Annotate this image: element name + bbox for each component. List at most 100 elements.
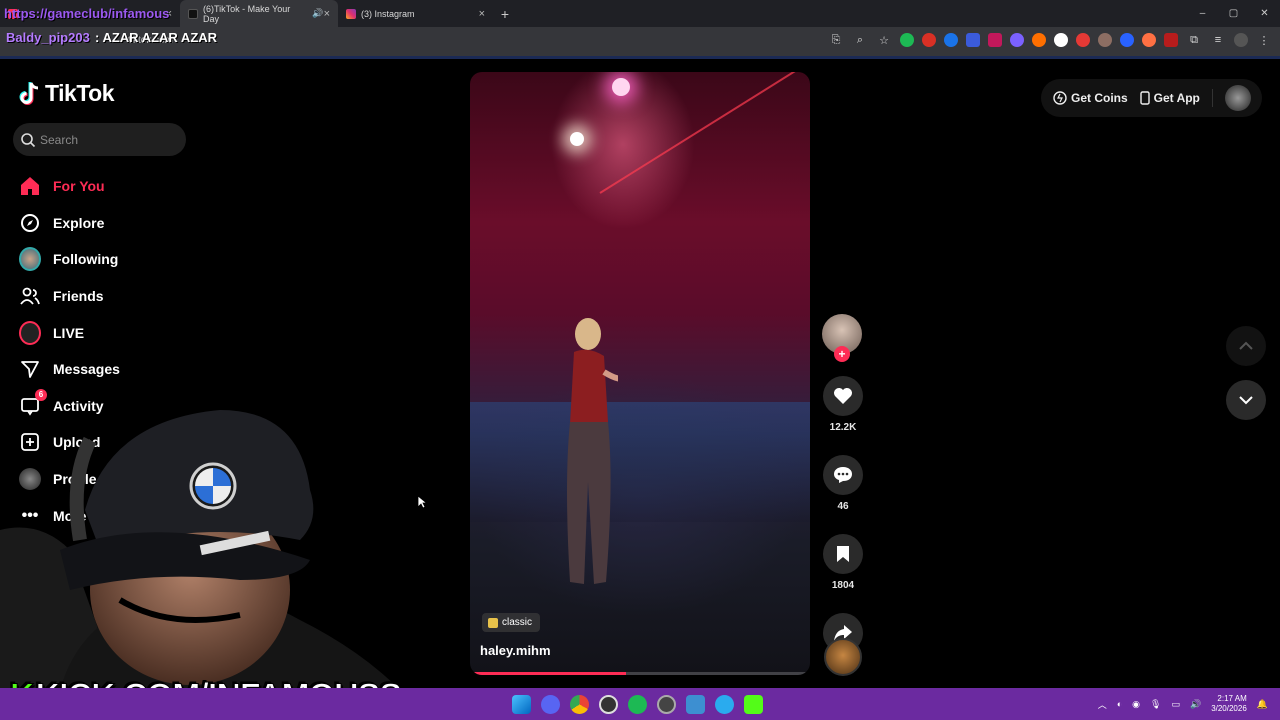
extension-icon[interactable] [1054,33,1068,47]
extensions-puzzle-icon[interactable]: ⧉ [1186,34,1202,47]
close-window-button[interactable]: ✕ [1249,0,1280,27]
video-light-beam [599,72,810,194]
like-button[interactable] [823,376,863,416]
discord-icon[interactable] [541,695,560,714]
chevron-up-icon [1239,341,1253,350]
sidebar-item-live[interactable]: LIVE [19,314,120,351]
close-icon[interactable]: × [324,8,330,20]
new-tab-button[interactable]: + [493,6,517,22]
clock-date: 3/20/2026 [1211,704,1247,713]
browser-tab-instagram[interactable]: (3) Instagram × [338,0,493,27]
get-app-button[interactable]: Get App [1139,91,1200,105]
extension-icon[interactable] [1120,33,1134,47]
chrome-icon[interactable] [570,695,589,714]
menu-icon[interactable]: ⋮ [1256,34,1272,47]
spotify-icon[interactable] [628,695,647,714]
sidebar-item-for-you[interactable]: For You [19,168,120,205]
kick-app-icon[interactable] [744,695,763,714]
tag-icon [488,617,498,628]
sidebar-item-explore[interactable]: Explore [19,205,120,242]
overlay-url-text: https://gameclub/infamous [4,6,170,21]
network-icon[interactable]: ▭ [1171,699,1180,710]
video-progress-fill [470,672,627,675]
logo-text: TikTok [45,80,115,106]
tiktok-note-icon [19,81,39,105]
webcam-overlay [0,410,400,690]
extension-icon[interactable] [922,33,936,47]
bookmark-button[interactable] [823,534,863,574]
user-profile-avatar[interactable] [1224,85,1251,111]
obs-icon[interactable] [599,695,618,714]
zoom-icon[interactable]: ⌕ [852,34,868,47]
extension-icon[interactable] [988,33,1002,47]
sidebar-item-messages[interactable]: Messages [19,351,120,388]
comment-icon [834,467,852,483]
search-bar[interactable] [13,123,186,156]
app-icon[interactable] [686,695,705,714]
profile-avatar-icon[interactable] [1234,33,1248,47]
extension-icon[interactable] [1032,33,1046,47]
microphone-icon[interactable]: 🎙 [1150,699,1161,710]
taskbar-apps [512,695,763,714]
chevron-up-icon[interactable]: ︿ [1098,698,1107,711]
save-action: 1804 [822,534,864,591]
extension-icon[interactable] [1164,33,1178,47]
extension-icon[interactable] [1010,33,1024,47]
video-action-column: + 12.2K 46 1804 2722 [822,314,864,670]
video-tag-label: classic [502,617,533,628]
coin-icon [1053,91,1067,105]
extension-icon[interactable] [900,33,914,47]
chat-message: : AZAR AZAR AZAR [95,30,218,45]
tab-title: (3) Instagram [361,8,415,19]
extension-icon[interactable] [1076,33,1090,47]
sidebar-item-label: Following [53,251,119,268]
next-video-button[interactable] [1226,380,1266,420]
sidebar-item-label: LIVE [53,324,85,341]
video-progress-bar[interactable] [470,672,810,675]
install-app-icon[interactable]: ⎘ [828,34,844,47]
sidebar-item-label: Explore [53,214,105,231]
windows-start-icon[interactable] [512,695,531,714]
sidebar-item-following[interactable]: Following [19,241,120,278]
live-icon [19,320,41,345]
video-username[interactable]: haley.mihm [480,643,551,658]
following-avatar-icon [19,247,41,272]
messages-icon [19,358,41,380]
taskbar-clock[interactable]: 2:17 AM 3/20/2026 [1211,694,1247,714]
minimize-button[interactable]: – [1187,0,1218,27]
video-player[interactable]: classic haley.mihm [470,72,810,675]
volume-icon[interactable]: 🔊 [1190,699,1201,710]
tray-app-icon[interactable]: ◐ [1117,699,1122,709]
reading-list-icon[interactable]: ≡ [1210,34,1226,46]
bookmark-star-icon[interactable]: ☆ [876,34,892,47]
comment-button[interactable] [823,455,863,495]
browser-tab-tiktok[interactable]: (6)TikTok - Make Your Day 🔊 × [180,0,338,27]
sidebar-item-friends[interactable]: Friends [19,278,120,315]
search-icon [21,132,36,147]
extension-icon[interactable] [966,33,980,47]
system-tray: ︿ ◐ ◉ 🎙 ▭ 🔊 2:17 AM 3/20/2026 🔔 [1098,694,1268,714]
video-ceiling-light [570,132,584,146]
telegram-icon[interactable] [715,695,734,714]
close-icon[interactable]: × [479,8,485,20]
maximize-button[interactable]: ▢ [1218,0,1249,27]
video-sound-tag[interactable]: classic [482,613,541,632]
music-disc-avatar[interactable] [824,638,862,676]
get-coins-button[interactable]: Get Coins [1053,91,1128,105]
extension-icon[interactable] [1098,33,1112,47]
notification-icon[interactable]: 🔔 [1257,699,1268,710]
app-icon[interactable] [657,695,676,714]
speaker-icon[interactable]: 🔊 [312,8,323,19]
clock-time: 2:17 AM [1217,694,1247,703]
video-ceiling-light [612,78,630,96]
previous-video-button[interactable] [1226,326,1266,366]
instagram-favicon [346,8,356,19]
tiktok-logo[interactable]: TikTok [19,80,115,107]
tiktok-favicon [188,8,198,19]
creator-avatar[interactable]: + [822,314,862,362]
search-input[interactable] [40,132,180,147]
extension-icon[interactable] [944,33,958,47]
extension-icon[interactable] [1142,33,1156,47]
discord-tray-icon[interactable]: ◉ [1132,699,1140,710]
follow-plus-icon[interactable]: + [834,346,850,362]
